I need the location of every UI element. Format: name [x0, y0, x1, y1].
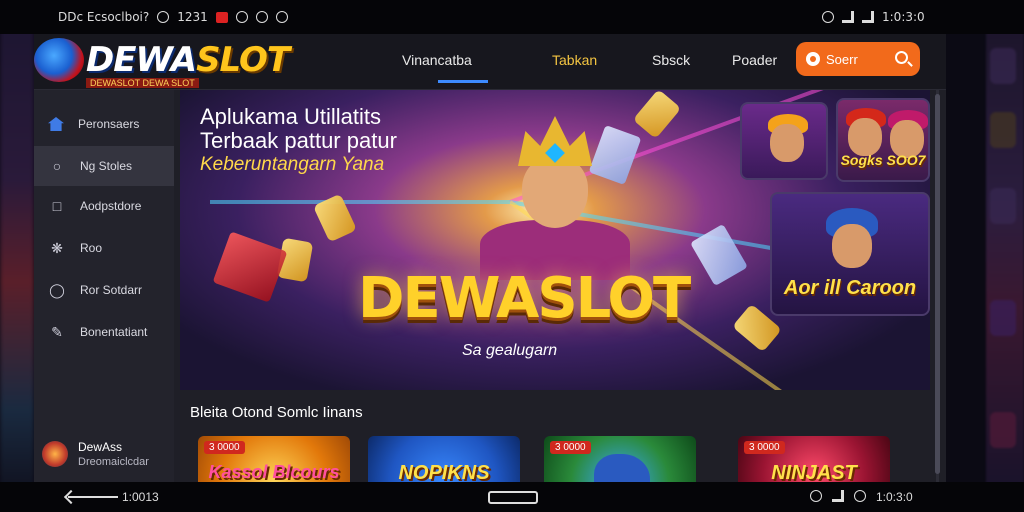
sidebar-item-2[interactable]: ○ Ng Stoles	[34, 146, 174, 186]
hero-line-3: Keberuntangarn Yana	[200, 154, 385, 175]
sidebar-item-6[interactable]: ✎ Bonentatiant	[34, 312, 174, 352]
promo-tile-3[interactable]: Aor ill Caroon	[770, 192, 930, 316]
search-button[interactable]: Soerr	[796, 42, 920, 76]
right-thumb	[990, 48, 1016, 84]
game-name: NINJAST	[771, 462, 857, 482]
game-card-2[interactable]: NOPIKNS	[368, 436, 520, 482]
status-left-text: DDc Ecsoclboi?	[58, 10, 150, 24]
notification-icon	[157, 11, 170, 23]
sidebar-item-5[interactable]: ◯ Ror Sotdarr	[34, 270, 174, 310]
nav-link-4[interactable]: Poader	[732, 52, 777, 68]
game-card-4[interactable]: 3 0000 NINJAST	[738, 436, 890, 482]
bottom-right-text: 1:0:3:0	[876, 490, 913, 504]
sidebar-item-label: Aodpstdore	[80, 199, 142, 213]
signal-icon	[832, 490, 844, 502]
game-badge: 3 0000	[744, 441, 785, 454]
status-bar: DDc Ecsoclboi? 1231 1:0:3:0	[0, 0, 1024, 34]
search-button-label: Soerr	[826, 51, 858, 67]
avatar	[42, 441, 68, 467]
promo-tile-1[interactable]	[740, 102, 828, 180]
promo-tile-2[interactable]: Sogks SOO7	[836, 98, 930, 182]
heart-card-icon	[212, 231, 288, 303]
nav-link-2[interactable]: Tabkan	[552, 52, 597, 68]
right-thumb	[990, 188, 1016, 224]
back-icon[interactable]	[68, 496, 118, 498]
home-button[interactable]	[488, 491, 538, 504]
recent-apps-icon[interactable]	[810, 490, 822, 502]
scrollbar-thumb[interactable]	[935, 94, 940, 474]
right-thumb	[990, 412, 1016, 448]
logo[interactable]: DEWASLOT DEWASLOT DEWA SLOT	[34, 36, 364, 88]
store-icon: □	[52, 198, 62, 214]
hero-line-1: Aplukama Utillatits	[200, 104, 381, 129]
record-icon	[275, 11, 288, 23]
nav-link-1[interactable]: Vinancatba	[402, 52, 488, 83]
game-card-3[interactable]: 3 0000	[544, 436, 696, 482]
wolf-icon	[594, 454, 650, 482]
game-name: NOPIKNS	[398, 462, 490, 482]
bottom-left-text: 1:0013	[122, 490, 159, 504]
logo-tagline: DEWASLOT DEWA SLOT	[86, 78, 199, 88]
hero-subtitle: Sa gealugarn	[462, 342, 558, 359]
game-name: Kassol Blcours	[208, 462, 340, 482]
hero-banner[interactable]: Aplukama Utillatits Terbaak pattur patur…	[180, 90, 930, 390]
location-icon	[822, 11, 834, 23]
signal-icon	[842, 11, 854, 23]
search-icon	[895, 51, 908, 64]
section-title: Bleita Otond Somlc Iinans	[190, 404, 363, 421]
user-dot-icon	[806, 52, 820, 66]
header: DEWASLOT DEWASLOT DEWA SLOT Vinancatba T…	[34, 34, 946, 90]
app-window: DEWASLOT DEWASLOT DEWA SLOT Vinancatba T…	[34, 34, 946, 482]
user-subtitle: Dreomaiclcdar	[78, 456, 149, 468]
sidebar-item-label: Peronsaers	[78, 117, 140, 131]
battery-icon	[854, 490, 866, 502]
hero-character-illustration	[460, 116, 650, 280]
sidebar: Peronsaers ○ Ng Stoles □ Aodpstdore ❋ Ro…	[34, 90, 174, 482]
main-content: Aplukama Utillatits Terbaak pattur patur…	[174, 90, 936, 482]
bottom-right-icons: 1:0:3:0	[810, 490, 913, 504]
logo-text: DEWASLOT	[86, 40, 290, 80]
pen-icon: ✎	[51, 323, 63, 340]
search-icon: ○	[52, 158, 62, 174]
sidebar-item-1[interactable]: Peronsaers	[34, 104, 174, 144]
home-icon	[48, 117, 64, 131]
globe-icon: ◯	[49, 281, 65, 298]
promo-tile-label: Sogks SOO7	[840, 152, 926, 168]
logo-emblem-icon	[34, 38, 84, 82]
left-blur-edge	[0, 0, 34, 512]
game-card-1[interactable]: 3 0000 Kassol Blcours	[198, 436, 350, 482]
settings-icon: ❋	[51, 239, 63, 256]
sidebar-item-4[interactable]: ❋ Roo	[34, 228, 174, 268]
right-blur-edge	[986, 0, 1024, 512]
sidebar-item-label: Ng Stoles	[80, 159, 133, 173]
sync-icon	[235, 11, 248, 23]
user-profile[interactable]: DewAss Dreomaiclcdar	[42, 440, 149, 468]
sidebar-item-3[interactable]: □ Aodpstdore	[34, 186, 174, 226]
right-thumb	[990, 112, 1016, 148]
status-left-time: 1231	[177, 10, 208, 24]
user-name: DewAss	[78, 440, 123, 454]
hero-line-2: Terbaak pattur patur	[200, 128, 397, 153]
sidebar-item-label: Bonentatiant	[80, 325, 148, 339]
hero-title: DEWASLOT	[358, 266, 691, 331]
nav-link-3[interactable]: Sbsck	[652, 52, 690, 68]
sidebar-item-label: Ror Sotdarr	[80, 283, 143, 297]
alarm-icon	[255, 11, 268, 23]
game-badge: 3 0000	[550, 441, 591, 454]
bottom-nav-bar: 1:0013 1:0:3:0	[0, 482, 1024, 512]
app-notification-icon	[215, 11, 228, 23]
right-thumb	[990, 300, 1016, 336]
game-badge: 3 0000	[204, 441, 245, 454]
promo-tile-label: Aor ill Caroon	[783, 277, 917, 299]
wifi-icon	[862, 11, 874, 23]
sidebar-item-label: Roo	[80, 241, 103, 255]
status-right-text: 1:0:3:0	[882, 10, 925, 24]
